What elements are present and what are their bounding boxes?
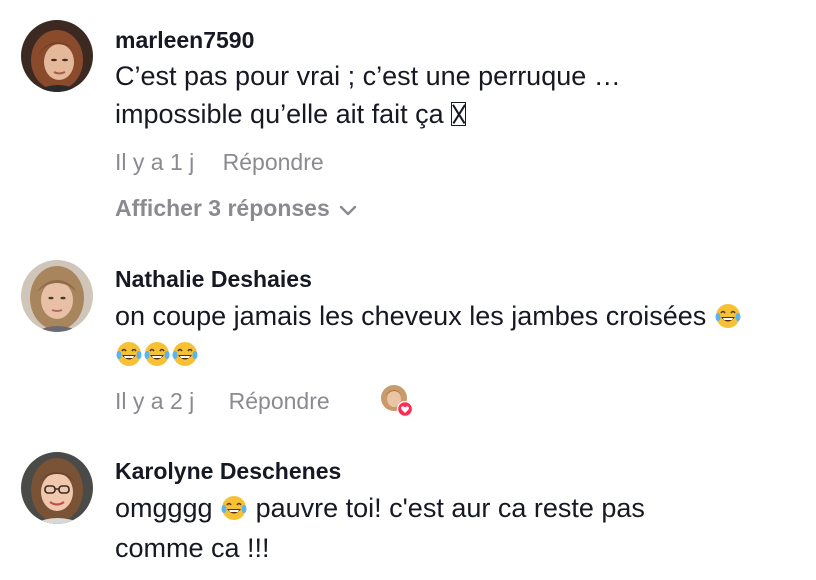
comment-text [115, 338, 199, 370]
comment-text-line: impossible qu’elle ait fait ça [115, 99, 452, 129]
missing-emoji-glyph-icon [451, 102, 467, 126]
comment-text-line: on coupe jamais les cheveux les jambes c… [115, 301, 714, 331]
comment-text-line: pauvre toi! c'est aur ca reste pas [248, 493, 645, 523]
laughing-tears-emoji-icon [144, 342, 170, 366]
user-avatar[interactable] [21, 452, 93, 524]
creator-liked-heart-icon [381, 385, 413, 417]
view-replies-label: Afficher 3 réponses [115, 195, 330, 221]
creator-liked-badge [380, 384, 414, 418]
reply-button[interactable]: Répondre [229, 388, 330, 414]
comment-text-line: omgggg [115, 493, 221, 523]
woman-reddish-hair-avatar-icon [21, 20, 93, 92]
comment-text: C’est pas pour vrai ; c’est une perruque… [115, 60, 621, 92]
laughing-tears-emoji-icon [715, 304, 741, 328]
comment-text: comme ca !!! [115, 532, 270, 564]
comment-timestamp: Il y a 2 j [115, 388, 195, 414]
comment-username[interactable]: Nathalie Deshaies [115, 265, 312, 293]
reply-button[interactable]: Répondre [223, 149, 324, 175]
comment-meta: Il y a 2 j Répondre [115, 387, 330, 415]
comment-meta: Il y a 1 j Répondre [115, 148, 324, 176]
laughing-tears-emoji-icon [172, 342, 198, 366]
comment-username[interactable]: marleen7590 [115, 26, 254, 54]
laughing-tears-emoji-icon [221, 496, 247, 520]
woman-blonde-hair-avatar-icon [21, 260, 93, 332]
woman-glasses-avatar-icon [21, 452, 93, 524]
comment-username[interactable]: Karolyne Deschenes [115, 457, 341, 485]
comment-text-line: comme ca !!! [115, 533, 270, 563]
view-replies-button[interactable]: Afficher 3 réponses [115, 194, 358, 222]
comment-text-line: C’est pas pour vrai ; c’est une perruque… [115, 61, 621, 91]
comment-timestamp: Il y a 1 j [115, 149, 195, 175]
user-avatar[interactable] [21, 20, 93, 92]
user-avatar[interactable] [21, 260, 93, 332]
chevron-down-icon [339, 205, 356, 216]
laughing-tears-emoji-icon [116, 342, 142, 366]
comment-text: omgggg pauvre toi! c'est aur ca reste pa… [115, 492, 645, 524]
comment-text: impossible qu’elle ait fait ça [115, 98, 467, 130]
comment-text: on coupe jamais les cheveux les jambes c… [115, 300, 742, 332]
